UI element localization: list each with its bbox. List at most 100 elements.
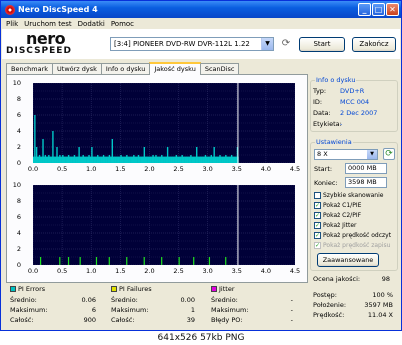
checkmark-icon[interactable]: ✓ [314, 232, 321, 239]
disc-date-row: Data: 2 Dec 2007 [313, 109, 378, 117]
data-bar [67, 257, 70, 265]
jitter-legend-swatch [211, 286, 217, 292]
pi-failures-max-value: 1 [190, 306, 195, 314]
x-tick-label: 4.0 [260, 267, 272, 275]
toolbar-header: nero DISCSPEED [3:4] PIONEER DVD-RW DVR-… [2, 29, 400, 59]
x-tick-label: 0.5 [56, 165, 68, 173]
nero-discspeed-logo: nero DISCSPEED [6, 29, 94, 57]
x-tick-label: 3.5 [231, 165, 242, 173]
menu-plik[interactable]: Plik [6, 20, 18, 28]
drive-select[interactable]: [3:4] PIONEER DVD-RW DVR-112L 1.22 ▼ [110, 37, 274, 51]
start-button[interactable]: Start [299, 37, 345, 52]
x-tick-label: 2.5 [173, 165, 184, 173]
pi-failures-legend-swatch [111, 286, 117, 292]
show-read-speed-checkbox[interactable]: ✓ Pokaż prędkość odczyt [314, 232, 391, 239]
pi-failures-avg-label: Średnio: [111, 296, 138, 304]
x-tick-label: 0.5 [56, 267, 68, 275]
jitter-avg-value: - [290, 296, 293, 304]
jitter-bledy-label: Błędy PO: [211, 316, 243, 324]
title-bar[interactable]: Nero DiscSpeed 4 _ □ ✕ [1, 1, 401, 18]
show-jitter-checkbox[interactable]: ✓ Pokaż Jitter [314, 222, 356, 229]
window-title: Nero DiscSpeed 4 [18, 5, 98, 14]
show-c2-pif-checkbox[interactable]: ✓ Pokaż C2/PIF [314, 212, 361, 219]
x-tick-label: 2.5 [173, 267, 184, 275]
y-tick-label: 10 [12, 181, 21, 189]
speed-select[interactable]: 8 X ▼ [314, 149, 378, 160]
x-tick-label: 1.0 [86, 165, 97, 173]
checkbox-box[interactable] [314, 192, 321, 199]
progress-value: 100 % [372, 291, 393, 299]
checkmark-icon[interactable]: ✓ [314, 212, 321, 219]
settings-group: Ustawienia 8 X ▼ ⟳ Start: 0000 MB Koniec… [310, 138, 398, 271]
disc-info-group: Info o dysku Typ: DVD+R ID: MCC 004 Data: 2… [310, 76, 398, 132]
chart-plot-area [33, 83, 295, 163]
pi-failures-max-label: Maksimum: [111, 306, 149, 314]
quality-score-value: 98 [381, 275, 390, 283]
chart-plot-area [33, 185, 295, 265]
show-c1-pie-checkbox[interactable]: ✓ Pokaż C1/PIE [314, 202, 361, 209]
disc-id-row: ID: MCC 004 [313, 98, 370, 106]
menu-pomoc[interactable]: Pomoc [111, 20, 134, 28]
menu-uruchom-test[interactable]: Uruchom test [24, 20, 72, 28]
pi-errors-avg-label: Średnio: [10, 296, 37, 304]
x-tick-label: 3.0 [202, 267, 213, 275]
refresh-speed-icon[interactable]: ⟳ [383, 148, 395, 160]
menu-bar: Plik Uruchom test Dodatki Pomoc [1, 18, 401, 29]
minimize-button[interactable]: _ [358, 3, 371, 16]
end-mb-input[interactable]: 3598 MB [345, 177, 387, 188]
quality-score-label: Ocena jakości: [313, 275, 361, 283]
data-bar [39, 257, 42, 265]
refresh-drive-icon[interactable]: ⟳ [279, 37, 293, 51]
advanced-button[interactable]: Zaawansowane [317, 253, 379, 267]
data-bar [193, 257, 195, 265]
pi-failures-total-label: Całość: [111, 316, 135, 324]
disc-quality-panel: 10 8 6 4 2 0 0.0 0.5 1.0 1.5 2.0 2.5 3.0 3.5 4.0 4.5 10… [6, 74, 308, 283]
pi-failures-total-value: 39 [186, 316, 195, 324]
close-button[interactable]: Zakończ [352, 37, 396, 52]
jitter-bledy-value: - [290, 316, 293, 324]
checkmark-icon[interactable]: ✓ [314, 202, 321, 209]
x-tick-label: 4.5 [289, 165, 301, 173]
y-tick-label: 8 [16, 197, 21, 205]
speed-label: Prędkość: [313, 311, 345, 319]
x-tick-label: 2.0 [144, 165, 155, 173]
y-tick-label: 2 [16, 143, 21, 151]
show-write-speed-checkbox: ✓ Pokaż prędkość zapisu [314, 242, 391, 249]
position-value: 3597 MB [364, 301, 393, 309]
x-tick-label: 2.0 [144, 267, 155, 275]
data-bar [108, 257, 110, 265]
y-tick-label: 6 [16, 213, 21, 221]
x-tick-label: 4.5 [289, 267, 301, 275]
y-tick-label: 0 [16, 261, 21, 269]
pi-errors-title: PI Errors [18, 285, 46, 293]
chevron-down-icon[interactable]: ▼ [261, 38, 273, 50]
y-tick-label: 4 [16, 229, 21, 237]
drive-select-value: [3:4] PIONEER DVD-RW DVR-112L 1.22 [114, 40, 250, 48]
x-tick-label: 0.0 [27, 267, 39, 275]
checkmark-icon[interactable]: ✓ [314, 222, 321, 229]
data-bar [95, 257, 98, 265]
data-bar [126, 257, 128, 265]
pi-errors-chart: 10 8 6 4 2 0 0.0 0.5 1.0 1.5 2.0 2.5 3.0 3.5 4.0 4.5 [7, 79, 301, 177]
maximize-button[interactable]: □ [372, 3, 385, 16]
disc-type-value: DVD+R [340, 87, 365, 95]
menu-dodatki[interactable]: Dodatki [78, 20, 105, 28]
pi-errors-legend-swatch [10, 286, 16, 292]
y-tick-label: 4 [16, 127, 21, 135]
chevron-down-icon[interactable]: ▼ [367, 150, 377, 159]
pi-errors-max-value: 6 [91, 306, 96, 314]
jitter-max-label: Maksimum: [211, 306, 249, 314]
disc-type-row: Typ: DVD+R [313, 87, 365, 95]
tab-disc-quality[interactable]: Jakość dysku [149, 62, 201, 75]
app-window: Nero DiscSpeed 4 _ □ ✕ Plik Uruchom test… [0, 0, 402, 331]
close-window-button[interactable]: ✕ [386, 3, 399, 16]
pi-errors-total-label: Całość: [10, 316, 34, 324]
quick-scan-checkbox[interactable]: Szybkie skanowanie [314, 192, 383, 199]
y-tick-label: 8 [16, 95, 21, 103]
x-tick-label: 1.5 [115, 165, 126, 173]
pi-errors-total-value: 900 [83, 316, 96, 324]
data-bar [161, 257, 163, 265]
data-bar [34, 115, 36, 163]
start-mb-input[interactable]: 0000 MB [345, 163, 387, 174]
pi-failures-avg-value: 0.00 [180, 296, 195, 304]
